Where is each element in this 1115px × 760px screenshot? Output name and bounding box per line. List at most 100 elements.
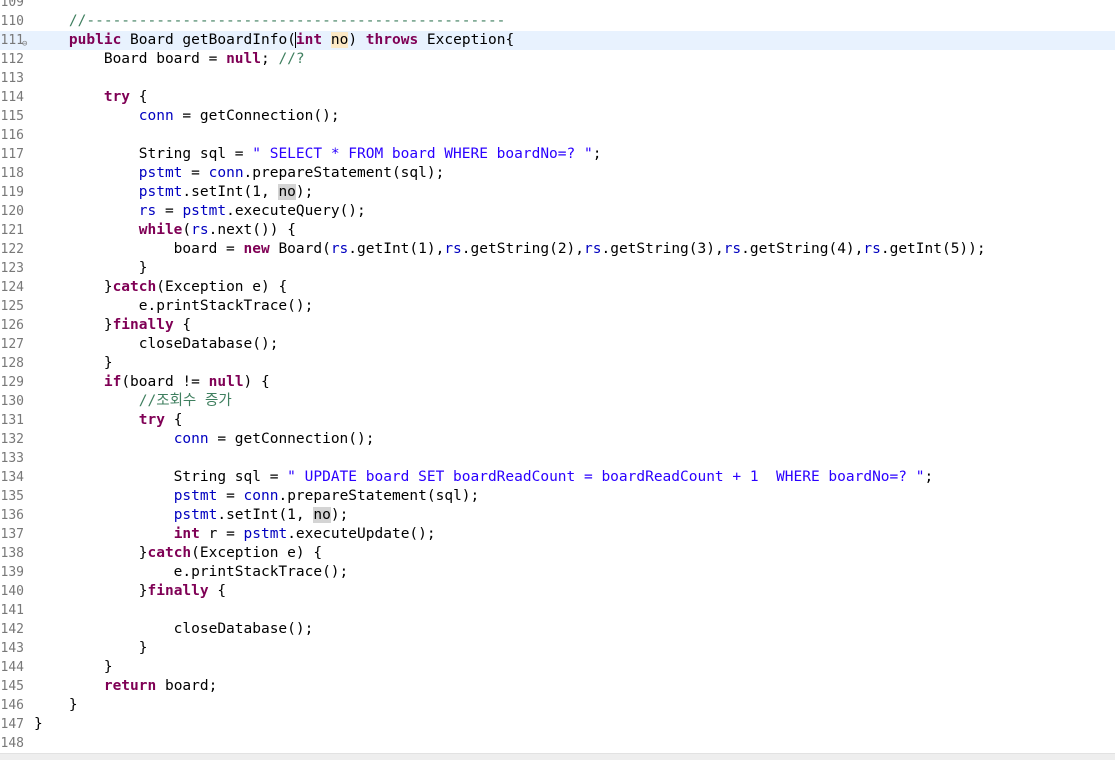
code-token: no xyxy=(313,507,331,523)
code-text[interactable]: public Board getBoardInfo(int no) throws… xyxy=(34,31,514,50)
code-token: while xyxy=(138,222,183,238)
code-text[interactable]: int r = pstmt.executeUpdate(); xyxy=(34,525,436,544)
code-text[interactable]: pstmt.setInt(1, no); xyxy=(34,506,348,525)
code-line: 118 pstmt = conn.prepareStatement(sql); xyxy=(0,164,1115,183)
code-text[interactable]: } xyxy=(34,696,78,715)
code-token: finally xyxy=(147,583,209,599)
code-line: 148 xyxy=(0,734,1115,753)
code-token: conn xyxy=(208,165,244,181)
code-editor[interactable]: 109 110 //------------------------------… xyxy=(0,0,1115,760)
code-line: 140 }finally { xyxy=(0,582,1115,601)
line-number: 111 xyxy=(0,33,24,48)
code-text[interactable]: String sql = " SELECT * FROM board WHERE… xyxy=(34,145,602,164)
code-token: try xyxy=(103,89,131,105)
code-token: e.printStackTrace(); xyxy=(34,298,314,314)
code-text[interactable]: conn = getConnection(); xyxy=(34,430,375,449)
code-token: ; xyxy=(260,51,279,67)
code-text[interactable]: board = new Board(rs.getInt(1),rs.getStr… xyxy=(34,240,986,259)
code-text[interactable]: pstmt = conn.prepareStatement(sql); xyxy=(34,487,480,506)
code-line: 137 int r = pstmt.executeUpdate(); xyxy=(0,525,1115,544)
code-text[interactable]: } xyxy=(34,639,148,658)
code-line: 120 rs = pstmt.executeQuery(); xyxy=(0,202,1115,221)
code-line: 131 try { xyxy=(0,411,1115,430)
code-token: .prepareStatement(sql); xyxy=(278,488,480,504)
code-token: return xyxy=(103,678,157,694)
line-number: 109 xyxy=(0,0,24,10)
code-text[interactable]: } xyxy=(34,658,113,677)
code-line: 109 xyxy=(0,0,1115,12)
code-token: Exception{ xyxy=(418,32,515,48)
line-number: 118 xyxy=(0,166,24,181)
code-token: no xyxy=(330,32,349,48)
code-text[interactable]: } xyxy=(34,354,113,373)
code-line: 115 conn = getConnection(); xyxy=(0,107,1115,126)
code-line: 110 //----------------------------------… xyxy=(0,12,1115,31)
horizontal-scrollbar[interactable] xyxy=(0,753,1115,760)
code-text[interactable]: closeDatabase(); xyxy=(34,335,279,354)
code-text[interactable]: } xyxy=(34,259,148,278)
code-token: .setInt(1, xyxy=(217,507,314,523)
code-line: 127 closeDatabase(); xyxy=(0,335,1115,354)
code-token: String sql = xyxy=(34,469,288,485)
code-text[interactable]: Board board = null; //? xyxy=(34,50,305,69)
code-token: board = xyxy=(34,241,244,257)
code-token: .getString(4), xyxy=(741,241,864,257)
code-line: 125 e.printStackTrace(); xyxy=(0,297,1115,316)
code-text[interactable]: while(rs.next()) { xyxy=(34,221,296,240)
code-token: ); xyxy=(295,184,314,200)
code-text[interactable]: //조회수 증가 xyxy=(34,392,232,411)
line-number: 139 xyxy=(0,565,24,580)
code-token: ; xyxy=(592,146,602,162)
code-text[interactable]: } xyxy=(34,715,43,734)
code-text[interactable]: rs = pstmt.executeQuery(); xyxy=(34,202,366,221)
line-number: 126 xyxy=(0,318,24,333)
line-number: 131 xyxy=(0,413,24,428)
code-text[interactable]: }finally { xyxy=(34,582,226,601)
code-token: board; xyxy=(156,678,218,694)
code-text[interactable]: return board; xyxy=(34,677,218,696)
code-text[interactable]: String sql = " UPDATE board SET boardRea… xyxy=(34,468,934,487)
code-token: rs xyxy=(138,203,157,219)
line-number: 146 xyxy=(0,698,24,713)
code-text[interactable]: try { xyxy=(34,88,148,107)
code-token: = getConnection(); xyxy=(208,431,375,447)
code-token: null xyxy=(226,51,261,67)
code-line: 130 //조회수 증가 xyxy=(0,392,1115,411)
line-number: 148 xyxy=(0,736,24,751)
code-text[interactable]: }finally { xyxy=(34,316,191,335)
line-number: 124 xyxy=(0,280,24,295)
code-token: r = xyxy=(199,526,244,542)
code-line: 139 e.printStackTrace(); xyxy=(0,563,1115,582)
code-token: = xyxy=(217,488,244,504)
code-token: pstmt xyxy=(173,507,218,523)
code-text[interactable]: conn = getConnection(); xyxy=(34,107,340,126)
code-text[interactable]: pstmt.setInt(1, no); xyxy=(34,183,313,202)
code-text[interactable]: //--------------------------------------… xyxy=(34,12,506,31)
code-text[interactable]: }catch(Exception e) { xyxy=(34,278,287,297)
line-number: 140 xyxy=(0,584,24,599)
code-token: //조회수 증가 xyxy=(138,393,232,409)
code-text[interactable]: e.printStackTrace(); xyxy=(34,297,314,316)
code-line: 128 } xyxy=(0,354,1115,373)
code-text[interactable]: e.printStackTrace(); xyxy=(34,563,349,582)
line-number: 128 xyxy=(0,356,24,371)
code-line: 122 board = new Board(rs.getInt(1),rs.ge… xyxy=(0,240,1115,259)
code-line: 143 } xyxy=(0,639,1115,658)
code-text[interactable]: closeDatabase(); xyxy=(34,620,314,639)
code-text[interactable]: if(board != null) { xyxy=(34,373,270,392)
code-text[interactable]: pstmt = conn.prepareStatement(sql); xyxy=(34,164,445,183)
code-text[interactable]: }catch(Exception e) { xyxy=(34,544,322,563)
code-token: { xyxy=(208,583,227,599)
code-token: = xyxy=(182,165,209,181)
line-number: 110 xyxy=(0,14,24,29)
code-token: " SELECT * FROM board WHERE boardNo=? " xyxy=(252,146,593,162)
code-text[interactable]: try { xyxy=(34,411,183,430)
